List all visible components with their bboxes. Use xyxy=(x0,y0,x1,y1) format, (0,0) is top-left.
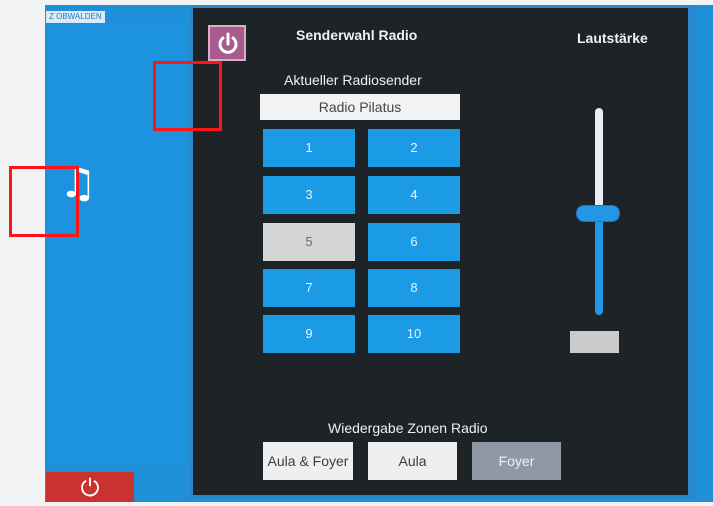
page-title: Senderwahl Radio xyxy=(296,27,418,43)
volume-slider-thumb[interactable] xyxy=(577,206,619,221)
zone-aula-button[interactable]: Aula xyxy=(368,442,457,480)
zones-label: Wiedergabe Zonen Radio xyxy=(328,420,488,436)
mute-button[interactable] xyxy=(570,331,619,353)
volume-slider-fill[interactable] xyxy=(595,205,603,315)
zone-aula-foyer-button[interactable]: Aula & Foyer xyxy=(263,442,353,480)
preset-button-6[interactable]: 6 xyxy=(368,223,460,261)
annotation-box xyxy=(9,166,79,237)
power-icon[interactable]: ⏻ xyxy=(46,472,134,502)
preset-button-2[interactable]: 2 xyxy=(368,129,460,167)
preset-button-4[interactable]: 4 xyxy=(368,176,460,214)
preset-button-3[interactable]: 3 xyxy=(263,176,355,214)
current-station-label: Aktueller Radiosender xyxy=(284,72,422,88)
annotation-box xyxy=(153,61,222,131)
volume-slider-track[interactable] xyxy=(595,108,603,208)
preset-button-5[interactable]: 5 xyxy=(263,223,355,261)
preset-button-1[interactable]: 1 xyxy=(263,129,355,167)
zone-foyer-button[interactable]: Foyer xyxy=(472,442,561,480)
volume-title: Lautstärke xyxy=(577,30,648,46)
power-icon xyxy=(218,32,238,54)
power-button[interactable] xyxy=(208,25,246,61)
preset-button-7[interactable]: 7 xyxy=(263,269,355,307)
preset-button-9[interactable]: 9 xyxy=(263,315,355,353)
preset-button-10[interactable]: 10 xyxy=(368,315,460,353)
current-station-display: Radio Pilatus xyxy=(260,94,460,120)
preset-button-8[interactable]: 8 xyxy=(368,269,460,307)
location-tag: Z OBWALDEN xyxy=(46,11,105,23)
